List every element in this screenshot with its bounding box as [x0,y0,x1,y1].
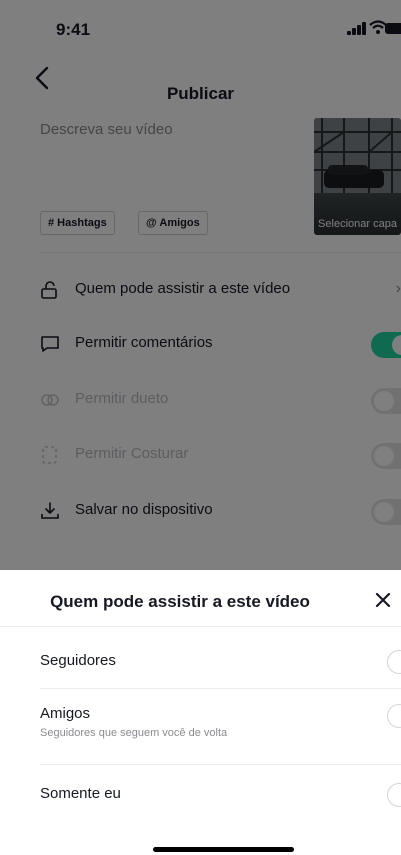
close-icon[interactable] [371,588,395,612]
radio-button[interactable] [387,650,401,674]
who-can-watch-sheet: Quem pode assistir a este vídeo Seguidor… [0,570,401,855]
home-indicator[interactable] [153,847,294,852]
radio-button[interactable] [387,704,401,728]
option-label: Amigos [40,705,91,722]
option-friends[interactable]: Amigos Seguidores que seguem você de vol… [40,704,401,739]
sheet-title: Quem pode assistir a este vídeo [50,592,310,611]
option-followers[interactable]: Seguidores [40,650,401,674]
sheet-divider [40,764,401,765]
radio-button[interactable] [387,783,401,807]
option-only-me[interactable]: Somente eu [40,783,401,807]
sheet-divider [40,688,401,689]
option-label: Somente eu [40,785,121,802]
option-sublabel: Seguidores que seguem você de volta [40,727,228,739]
sheet-divider [0,626,401,627]
option-label: Seguidores [40,652,116,669]
